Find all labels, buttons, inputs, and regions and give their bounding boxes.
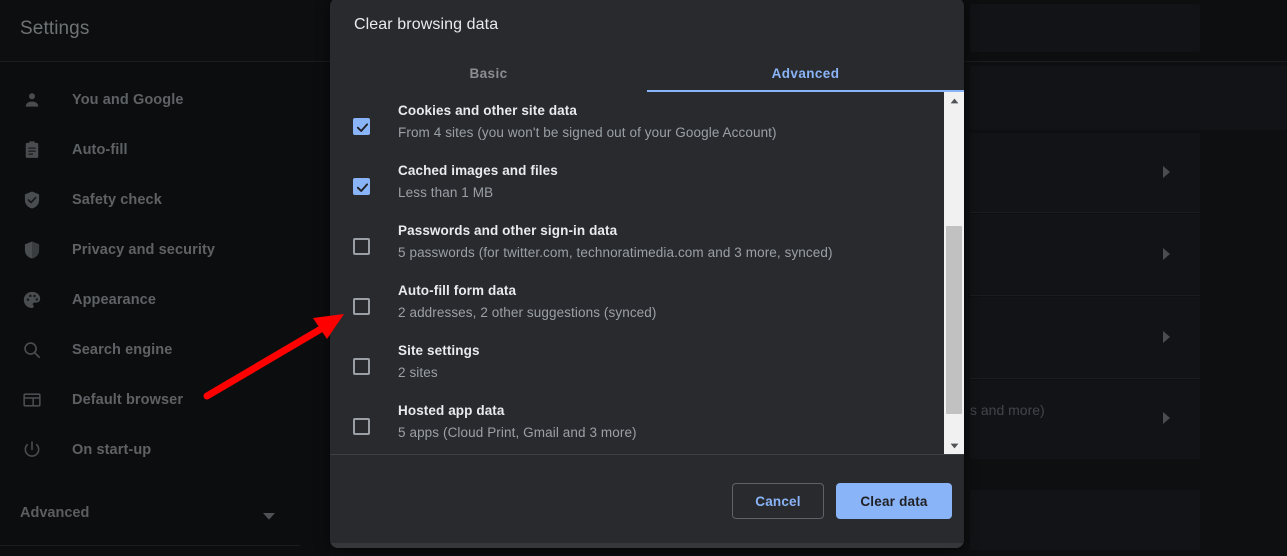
chevron-right-icon	[1163, 166, 1170, 178]
list-item-title: Auto-fill form data	[398, 283, 517, 298]
sidebar-item-label: Default browser	[72, 392, 184, 408]
background-row-3[interactable]	[970, 297, 1200, 379]
data-type-list: Cookies and other site data From 4 sites…	[330, 92, 964, 454]
background-row-1[interactable]	[970, 133, 1200, 213]
tab-advanced[interactable]: Advanced	[647, 54, 964, 92]
sidebar-item-you-and-google[interactable]: You and Google	[0, 77, 330, 123]
dialog-title: Clear browsing data	[354, 16, 499, 33]
list-item-title: Passwords and other sign-in data	[398, 223, 618, 238]
list-item-cookies[interactable]: Cookies and other site data From 4 sites…	[330, 100, 944, 160]
clear-data-button[interactable]: Clear data	[836, 483, 952, 519]
check-icon	[356, 183, 369, 192]
scroll-down-arrow-icon[interactable]	[944, 437, 964, 454]
chevron-right-icon	[1163, 331, 1170, 343]
sidebar-item-label: Privacy and security	[72, 242, 216, 258]
sidebar-item-default-browser[interactable]: Default browser	[0, 377, 330, 423]
list-item-subtitle: From 4 sites (you won't be signed out of…	[398, 125, 777, 140]
sidebar-item-on-start-up[interactable]: On start-up	[0, 427, 330, 473]
background-card-bottom	[970, 490, 1200, 550]
list-item-cached-images[interactable]: Cached images and files Less than 1 MB	[330, 160, 944, 220]
chevron-right-icon	[1163, 248, 1170, 260]
chevron-right-icon	[1163, 412, 1170, 424]
checkbox-auto-fill-form-data[interactable]	[353, 298, 370, 315]
chevron-down-icon	[262, 508, 276, 526]
checkbox-hosted-app-data[interactable]	[353, 418, 370, 435]
list-item-subtitle: 2 addresses, 2 other suggestions (synced…	[398, 305, 657, 320]
sidebar-item-label: On start-up	[72, 442, 152, 458]
checkbox-cookies[interactable]	[353, 118, 370, 135]
list-item-auto-fill-form-data[interactable]: Auto-fill form data 2 addresses, 2 other…	[330, 280, 944, 340]
list-item-subtitle: 2 sites	[398, 365, 438, 380]
cancel-button[interactable]: Cancel	[732, 483, 824, 519]
checkbox-site-settings[interactable]	[353, 358, 370, 375]
clear-browsing-data-dialog: Clear browsing data Basic Advanced Cooki…	[330, 0, 964, 548]
background-row-2[interactable]	[970, 214, 1200, 296]
sidebar-advanced-expander[interactable]: Advanced	[0, 490, 330, 536]
sidebar-item-label: Appearance	[72, 292, 157, 308]
list-item-passwords[interactable]: Passwords and other sign-in data 5 passw…	[330, 220, 944, 280]
clipboard-icon	[20, 138, 44, 162]
page-title: Settings	[20, 18, 90, 39]
sidebar: You and Google Auto-fill Safety check Pr…	[0, 62, 330, 556]
sidebar-divider	[0, 545, 300, 546]
list-item-title: Cached images and files	[398, 163, 558, 178]
sidebar-item-label: You and Google	[72, 92, 184, 108]
shield-icon	[20, 238, 44, 262]
shield-check-icon	[20, 188, 44, 212]
checkbox-passwords[interactable]	[353, 238, 370, 255]
sidebar-item-label: Search engine	[72, 342, 173, 358]
sidebar-item-label: Auto-fill	[72, 142, 128, 158]
dialog-scrollbar[interactable]	[944, 92, 964, 454]
check-icon	[356, 123, 369, 132]
list-item-site-settings[interactable]: Site settings 2 sites	[330, 340, 944, 400]
list-item-subtitle: Less than 1 MB	[398, 185, 494, 200]
sidebar-item-search-engine[interactable]: Search engine	[0, 327, 330, 373]
scrollbar-thumb[interactable]	[946, 226, 962, 414]
palette-icon	[20, 288, 44, 312]
power-icon	[20, 438, 44, 462]
scroll-up-arrow-icon[interactable]	[944, 92, 964, 109]
dialog-footer: Cancel Clear data	[330, 455, 964, 543]
browser-window-icon	[20, 388, 44, 412]
background-divider-1	[970, 61, 1287, 62]
list-item-hosted-app-data[interactable]: Hosted app data 5 apps (Cloud Print, Gma…	[330, 400, 944, 454]
tab-basic[interactable]: Basic	[330, 54, 647, 92]
background-card-top	[970, 4, 1200, 52]
sidebar-item-safety-check[interactable]: Safety check	[0, 177, 330, 223]
checkbox-cached-images[interactable]	[353, 178, 370, 195]
list-item-subtitle: 5 passwords (for twitter.com, technorati…	[398, 245, 833, 260]
background-text-fragment: s and more)	[970, 402, 1045, 418]
sidebar-item-auto-fill[interactable]: Auto-fill	[0, 127, 330, 173]
sidebar-item-privacy-and-security[interactable]: Privacy and security	[0, 227, 330, 273]
list-item-title: Hosted app data	[398, 403, 505, 418]
sidebar-item-appearance[interactable]: Appearance	[0, 277, 330, 323]
dialog-tabs: Basic Advanced	[330, 54, 964, 92]
search-icon	[20, 338, 44, 362]
list-item-title: Site settings	[398, 343, 480, 358]
list-item-subtitle: 5 apps (Cloud Print, Gmail and 3 more)	[398, 425, 637, 440]
sidebar-item-label: Safety check	[72, 192, 162, 208]
dialog-bottom-strip	[330, 543, 964, 548]
person-icon	[20, 88, 44, 112]
background-card-search	[970, 66, 1287, 130]
sidebar-advanced-label: Advanced	[20, 505, 90, 521]
list-item-title: Cookies and other site data	[398, 103, 577, 118]
background-row-4[interactable]: s and more)	[970, 380, 1200, 459]
